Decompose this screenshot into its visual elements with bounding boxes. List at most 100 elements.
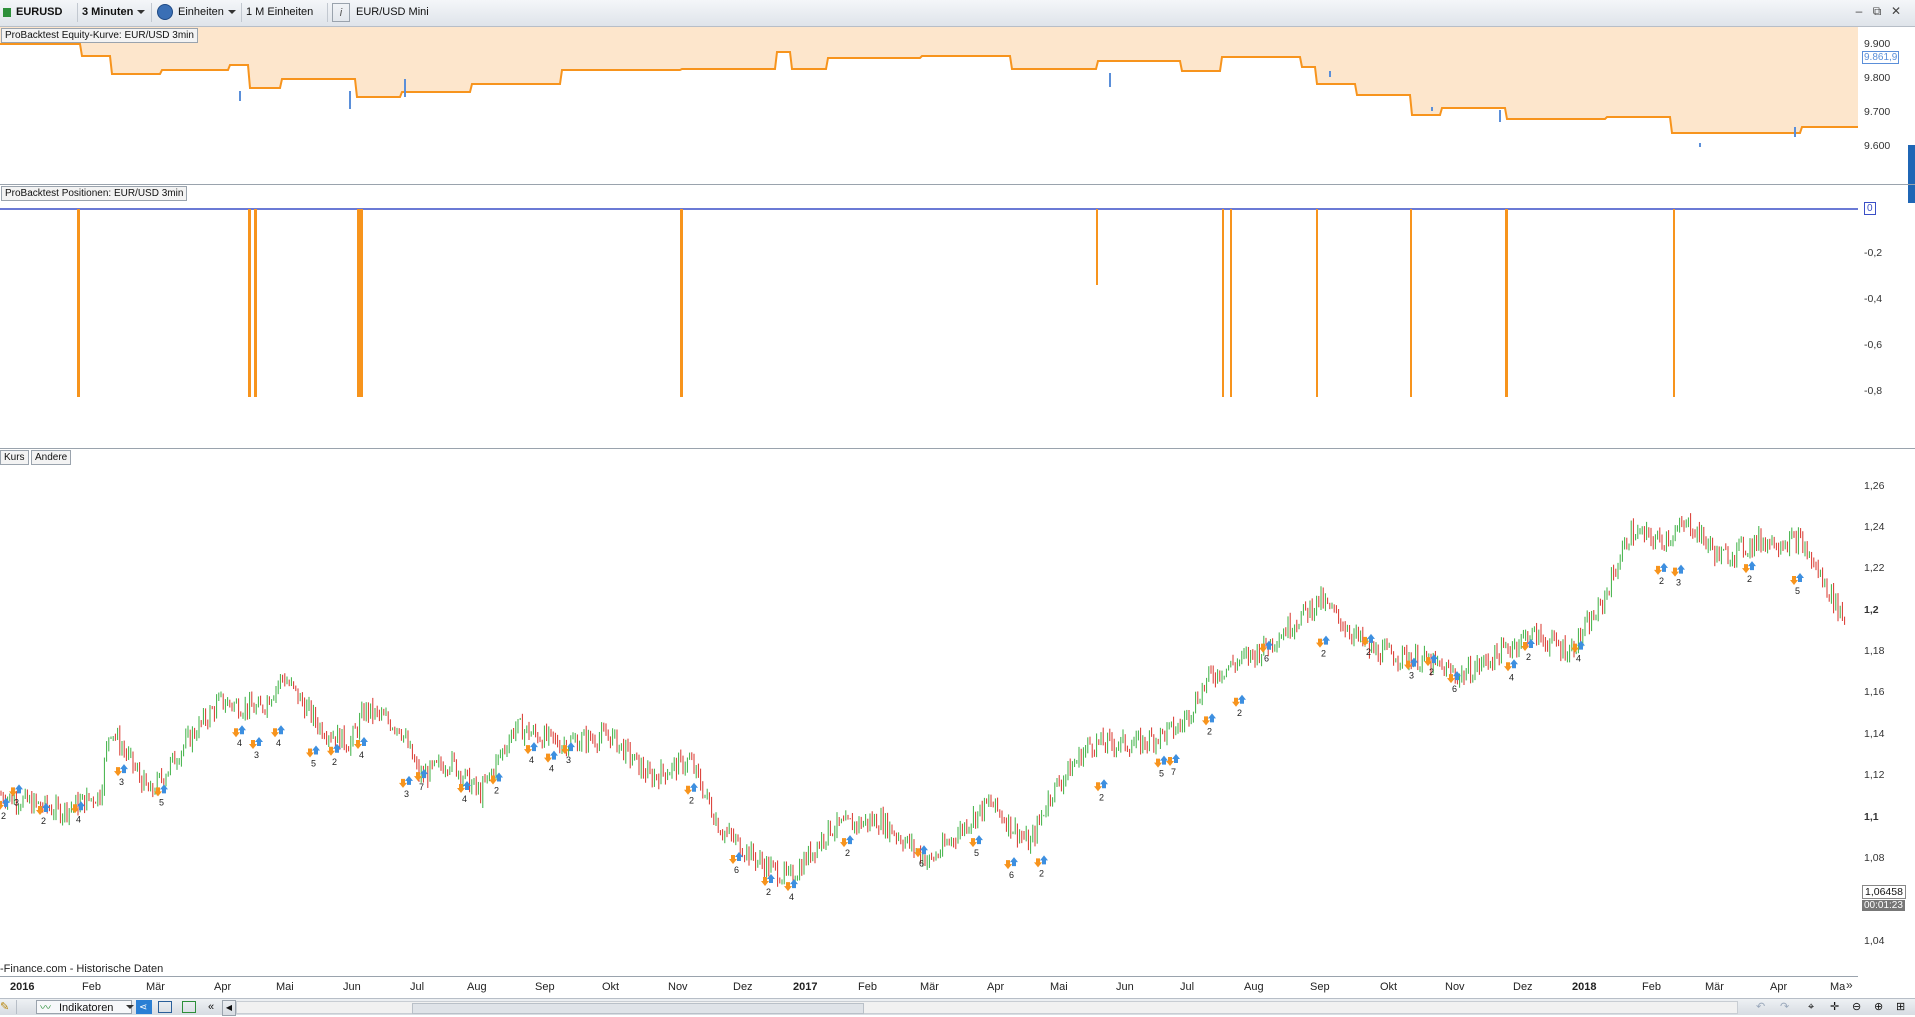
- position-bar: [248, 209, 251, 397]
- time-axis-label: Jul: [1180, 981, 1195, 993]
- position-bar: [77, 209, 80, 397]
- trade-count-label: 4: [529, 755, 534, 765]
- price-axis-label: 1,24: [1864, 521, 1885, 533]
- trade-count-label: 3: [119, 777, 124, 787]
- trade-count-label: 4: [1509, 672, 1514, 682]
- print-button[interactable]: [158, 1000, 174, 1014]
- positions-axis-label: -0,8: [1864, 385, 1883, 397]
- zoom-range-icon[interactable]: ⊞: [1896, 1000, 1905, 1014]
- print-icon: [158, 1001, 172, 1013]
- close-button[interactable]: ✕: [1889, 4, 1903, 18]
- symbol-selector[interactable]: EURUSD: [0, 3, 78, 34]
- trade-count-label: 6: [1009, 870, 1014, 880]
- current-price-label: 1,06458: [1862, 885, 1906, 899]
- price-panel[interactable]: 2324354345243742443262426562257226223264…: [0, 449, 1858, 976]
- trade-count-label: 3: [1676, 578, 1681, 588]
- scrollbar-thumb[interactable]: [412, 1003, 864, 1014]
- trade-count-label: 5: [311, 758, 316, 768]
- indicators-button[interactable]: 〰 Indikatoren: [36, 1000, 132, 1014]
- trade-count-label: 2: [1321, 649, 1326, 659]
- price-axis-label: 1,1: [1864, 811, 1879, 823]
- price-axis-label: 1,16: [1864, 686, 1885, 698]
- time-axis-label: Jul: [410, 981, 425, 993]
- trade-count-label: 2: [1099, 792, 1104, 802]
- time-axis-label: Apr: [214, 981, 232, 993]
- equity-current-value: 9.861,9: [1862, 51, 1900, 64]
- chart-type-button[interactable]: [182, 1000, 198, 1014]
- trade-count-label: 3: [254, 750, 259, 760]
- pencil-tool-button[interactable]: ✎: [0, 1000, 17, 1014]
- indicators-icon: 〰: [40, 1002, 51, 1014]
- positions-axis-label: -0,4: [1864, 293, 1883, 305]
- symbol-icon: [3, 8, 11, 17]
- time-axis-label: Feb: [82, 981, 101, 993]
- positions-axis-label: -0,6: [1864, 339, 1883, 351]
- trade-count-label: 4: [76, 814, 81, 824]
- instrument-name: EUR/USD Mini: [356, 6, 429, 18]
- undo-icon[interactable]: ↶: [1756, 1000, 1765, 1014]
- data-source-label: -Finance.com - Historische Daten: [0, 963, 164, 975]
- collapse-button[interactable]: «: [208, 1000, 214, 1014]
- bottom-toolbar: ✎ 〰 Indikatoren ⋖ « ◀ ↶ ↷ ⌖ ✛ ⊖ ⊕ ⊞: [0, 998, 1915, 1016]
- trade-count-label: 6: [1452, 684, 1457, 694]
- equity-axis-label: 9.900: [1864, 38, 1891, 50]
- positions-panel[interactable]: [0, 185, 1858, 448]
- indicators-dropdown[interactable]: [122, 1000, 134, 1014]
- units-count-selector[interactable]: 1 M Einheiten: [242, 3, 328, 34]
- time-axis-label: Okt: [602, 981, 620, 993]
- time-axis-label: Jun: [343, 981, 361, 993]
- time-axis-label: Jun: [1116, 981, 1134, 993]
- trade-count-label: 6: [919, 858, 924, 868]
- positions-zero-label: 0: [1864, 202, 1876, 215]
- trade-count-label: 7: [419, 782, 424, 792]
- time-axis-label: Apr: [1770, 981, 1788, 993]
- restore-button[interactable]: ⧉: [1870, 4, 1884, 18]
- zoom-in-icon[interactable]: ⊕: [1874, 1000, 1883, 1014]
- info-button[interactable]: i: [332, 3, 350, 22]
- top-toolbar: EURUSD 3 Minuten Einheiten 1 M Einheiten…: [0, 0, 1915, 34]
- crosshair-icon[interactable]: ✛: [1830, 1000, 1839, 1014]
- tab-andere[interactable]: Andere: [31, 450, 72, 465]
- trade-count-label: 4: [549, 764, 554, 774]
- trade-count-label: 2: [1526, 652, 1531, 662]
- interval-selector[interactable]: 3 Minuten: [78, 3, 152, 22]
- equity-curve-panel[interactable]: [0, 27, 1858, 184]
- magnet-tool-icon[interactable]: ⌖: [1808, 1000, 1814, 1014]
- time-axis-label: Dez: [733, 981, 753, 993]
- share-button[interactable]: ⋖: [136, 1000, 152, 1014]
- trade-count-label: 4: [462, 794, 467, 804]
- trade-count-label: 6: [1264, 654, 1269, 664]
- trade-count-label: 4: [789, 892, 794, 902]
- trade-count-label: 2: [1039, 868, 1044, 878]
- equity-panel-title: ProBacktest Equity-Kurve: EUR/USD 3min: [1, 28, 198, 43]
- minimize-button[interactable]: –: [1852, 4, 1866, 18]
- time-axis-label: Dez: [1513, 981, 1533, 993]
- horizontal-scrollbar[interactable]: [236, 1001, 1738, 1014]
- time-axis-label: Feb: [858, 981, 877, 993]
- time-axis-more-button[interactable]: »: [1846, 978, 1853, 992]
- trade-count-label: 4: [1576, 654, 1581, 664]
- position-bar: [1222, 209, 1224, 397]
- trade-count-label: 3: [1409, 671, 1414, 681]
- share-icon: ⋖: [139, 1002, 148, 1013]
- zoom-out-icon[interactable]: ⊖: [1852, 1000, 1861, 1014]
- trade-count-label: 2: [1429, 667, 1434, 677]
- time-axis-label: Mär: [146, 981, 165, 993]
- trade-count-label: 2: [1747, 574, 1752, 584]
- trade-count-label: 3: [14, 797, 19, 807]
- chart-type-icon: [182, 1001, 196, 1013]
- tab-kurs[interactable]: Kurs: [0, 450, 29, 465]
- trade-count-label: 5: [159, 797, 164, 807]
- trade-count-label: 4: [276, 738, 281, 748]
- trade-count-label: 2: [766, 887, 771, 897]
- equity-scroll-marker[interactable]: [1908, 145, 1915, 203]
- equity-axis-label: 9.600: [1864, 140, 1891, 152]
- position-bar: [1316, 209, 1318, 397]
- position-bar: [1505, 209, 1508, 397]
- units-selector[interactable]: Einheiten: [152, 3, 242, 22]
- positions-chart: [0, 208, 1858, 397]
- redo-icon[interactable]: ↷: [1780, 1000, 1789, 1014]
- position-bar: [254, 209, 257, 397]
- trade-count-label: 2: [41, 816, 46, 826]
- equity-axis-label: 9.800: [1864, 72, 1891, 84]
